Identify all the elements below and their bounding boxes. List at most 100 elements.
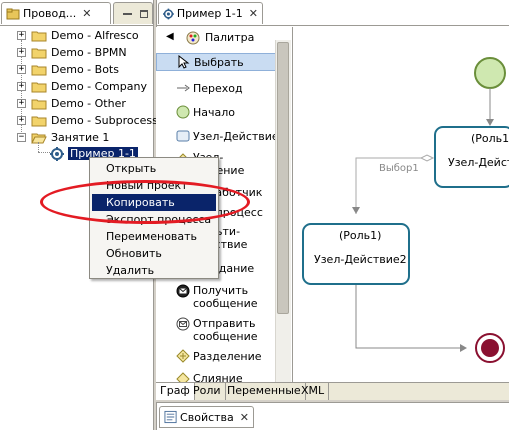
tree-item-lesson1[interactable]: − Занятие 1 [0,129,154,146]
menu-item-refresh[interactable]: Обновить [92,245,216,262]
tree-item-alfresco[interactable]: + Demo - Alfresco [0,27,154,44]
arrowhead-icon [460,344,467,352]
tree-item-label: Demo - Bots [51,63,119,76]
palette-icon [186,31,200,45]
action-node-2[interactable]: (Роль1) Узел-Действие2 [302,223,410,285]
palette-title: Палитра [205,31,255,44]
minimize-icon[interactable] [123,12,132,15]
editor-tab[interactable]: Пример 1-1 ✕ [158,2,263,24]
receive-message-icon [176,284,190,298]
palette-item-label: Переход [193,81,243,95]
palette-item-receive-message[interactable]: Получить сообщение [156,283,276,311]
close-icon[interactable]: ✕ [249,7,258,20]
annotation-ellipse [40,180,250,224]
join-icon [176,372,190,382]
folder-icon [31,48,47,59]
editor-page-tabs: Граф Роли Переменные XML [156,382,509,400]
tab-variables[interactable]: Переменные [223,383,306,400]
end-node-core [481,339,499,357]
explorer-minmax [113,2,153,24]
properties-tab[interactable]: Свойства ✕ [159,406,254,428]
tree-item-bots[interactable]: + Demo - Bots [0,61,154,78]
palette-item-start[interactable]: Начало [156,103,276,121]
close-icon[interactable]: ✕ [240,411,249,424]
action-node-1[interactable]: (Роль1) Узел-Действие [434,126,509,188]
arrowhead-icon [352,207,360,214]
transition-line [355,285,466,349]
properties-tab-title: Свойства [180,410,234,424]
expand-icon[interactable]: + [17,116,26,125]
arrow-icon [177,84,190,92]
pointer-icon [178,55,190,69]
explorer-tab[interactable]: Провод... ✕ [1,2,111,24]
tab-divider [0,25,153,26]
node-name: Узел-Действие2 [314,253,407,266]
transition-label[interactable]: Выбор1 [379,163,419,174]
tree-item-subprocess[interactable]: + Demo - Subprocess [0,112,158,129]
tree-item-label: Demo - Alfresco [51,29,139,42]
palette-item-send-message[interactable]: Отправить сообщение [156,316,276,344]
properties-view: Свойства ✕ [156,402,509,430]
folder-icon [31,99,47,110]
palette-item-join[interactable]: Слияние [156,370,276,382]
expand-icon[interactable]: + [17,82,26,91]
palette-header[interactable]: ◀ Палитра [156,27,276,49]
diagram-svg [352,57,506,363]
editor-tab-title: Пример 1-1 [176,7,243,20]
tree-item-label: Demo - Company [51,80,147,93]
folder-icon [31,82,47,93]
expand-icon[interactable]: + [17,99,26,108]
expand-icon[interactable]: + [17,65,26,74]
tree-item-bpmn[interactable]: + Demo - BPMN [0,44,154,61]
palette-item-fork[interactable]: Разделение [156,347,276,365]
send-message-icon [176,317,190,331]
folder-icon [31,65,47,76]
arrowhead-icon [486,119,494,126]
palette-item-label: Получить сообщение [193,284,258,310]
tree-item-label: Demo - BPMN [51,46,127,59]
palette-item-label: Начало [193,105,236,119]
palette-item-label: Узел-Действие [193,129,279,143]
palette-item-label: Отправить сообщение [193,317,258,343]
tab-roles[interactable]: Роли [189,383,226,400]
diagram-canvas[interactable]: (Роль1) Узел-Действие Выбор1 (Роль1) Узе… [294,27,509,382]
tree-item-label: Demo - Other [51,97,126,110]
palette-item-action-node[interactable]: Узел-Действие [156,127,279,145]
palette-item-transition[interactable]: Переход [156,79,276,97]
explorer-icon [6,8,20,19]
node-role: (Роль1) [471,132,509,145]
tab-xml[interactable]: XML [297,383,330,400]
node-role: (Роль1) [339,229,382,242]
explorer-tab-title: Провод... [23,7,77,20]
collapse-icon[interactable]: − [17,133,26,142]
close-icon[interactable]: ✕ [82,7,91,20]
menu-item-open[interactable]: Открыть [92,160,216,177]
properties-icon [164,410,177,424]
maximize-icon[interactable] [139,9,148,18]
expand-icon[interactable]: + [17,31,26,40]
palette-item-label: Разделение [193,349,262,363]
tree-item-company[interactable]: + Demo - Company [0,78,154,95]
expand-icon[interactable]: + [17,48,26,57]
palette-item-label: Слияние [193,372,243,382]
node-name: Узел-Действие [448,156,509,169]
menu-item-delete[interactable]: Удалить [92,262,216,279]
palette-item-label: Выбрать [194,55,244,69]
tree-item-label: Занятие 1 [51,131,110,144]
palette-item-select[interactable]: Выбрать [156,53,276,71]
tree-item-other[interactable]: + Demo - Other [0,95,154,112]
tab-divider [157,25,509,26]
start-node[interactable] [474,57,506,89]
menu-item-rename[interactable]: Переименовать [92,228,216,245]
start-icon [176,105,190,119]
action-node-icon [176,130,190,142]
collapse-arrow-icon[interactable]: ◀ [166,31,174,42]
fork-icon [176,349,190,363]
folder-icon [31,31,47,42]
process-icon [163,8,174,19]
tree-item-label: Demo - Subprocess [51,114,158,127]
palette-scrollbar-thumb[interactable] [277,42,289,314]
diamond-icon [419,154,435,162]
open-folder-icon [31,133,47,144]
folder-icon [31,116,47,127]
